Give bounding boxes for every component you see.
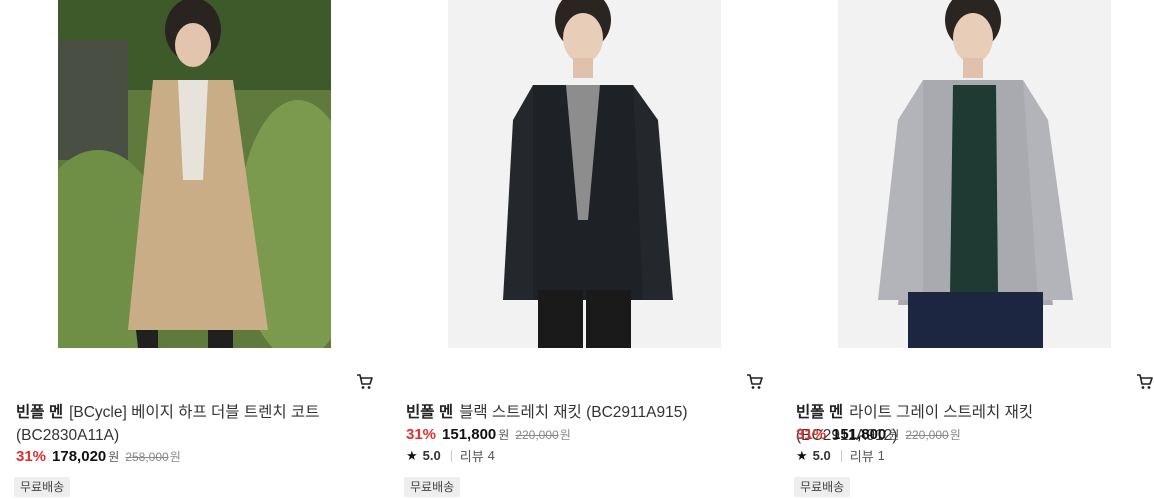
star-icon: ★	[406, 447, 418, 463]
currency-label: 원	[888, 428, 900, 442]
original-currency-label: 원	[949, 428, 961, 442]
product-title[interactable]: 빈폴 멘 [BCycle] 베이지 하프 더블 트렌치 코트 (BC2830A11…	[16, 401, 346, 447]
free-shipping-badge: 무료배송	[794, 477, 851, 497]
review-count: 1	[877, 448, 885, 463]
price-row: 31% 178,020 원 258,000원	[16, 448, 181, 465]
discount-rate: 31%	[796, 426, 827, 443]
divider	[450, 449, 452, 462]
divider	[840, 449, 842, 462]
currency-label: 원	[108, 450, 120, 464]
brand-name: 빈폴 멘	[16, 404, 64, 421]
add-to-cart-button[interactable]	[745, 372, 765, 392]
product-image[interactable]	[58, 0, 331, 348]
brand-name: 빈폴 멘	[796, 404, 844, 421]
discount-rate: 31%	[16, 448, 47, 465]
price-row: 31% 151,800 원 220,000원	[406, 426, 571, 443]
add-to-cart-button[interactable]	[355, 372, 375, 392]
original-price: 220,000	[905, 428, 949, 442]
price-row: 31% 151,800 원 220,000원	[796, 426, 961, 443]
review-count: 4	[487, 448, 495, 463]
add-to-cart-button[interactable]	[1135, 372, 1154, 392]
rating-row: ★ 5.0 리뷰 4	[406, 446, 495, 465]
free-shipping-badge: 무료배송	[14, 477, 71, 497]
product-card[interactable]: 빈폴 멘 라이트 그레이 스트레치 재킷 (BC2911A912) 31% 151,…	[794, 0, 1153, 499]
star-icon: ★	[796, 447, 808, 463]
cart-icon	[1137, 374, 1153, 389]
rating-score: 5.0	[422, 448, 441, 463]
product-image[interactable]	[838, 0, 1111, 348]
product-card[interactable]: 빈폴 멘 [BCycle] 베이지 하프 더블 트렌치 코트 (BC2830A11…	[14, 0, 373, 499]
currency-label: 원	[498, 428, 510, 442]
sale-price: 178,020	[52, 448, 107, 465]
original-currency-label: 원	[559, 428, 571, 442]
free-shipping-badge: 무료배송	[404, 477, 461, 497]
product-title[interactable]: 빈폴 멘 블랙 스트레치 재킷 (BC2911A915)	[406, 401, 736, 424]
rating-score: 5.0	[812, 448, 831, 463]
brand-name: 빈폴 멘	[406, 404, 454, 421]
original-price: 220,000	[515, 428, 559, 442]
product-card[interactable]: 빈폴 멘 블랙 스트레치 재킷 (BC2911A915) 31% 151,800 원 2…	[404, 0, 763, 499]
review-label: 리뷰	[459, 449, 484, 464]
sale-price: 151,800	[832, 426, 887, 443]
cart-icon	[357, 374, 373, 389]
product-image[interactable]	[448, 0, 721, 348]
rating-row: ★ 5.0 리뷰 1	[796, 446, 885, 465]
original-price: 258,000	[125, 450, 169, 464]
product-name: 블랙 스트레치 재킷 (BC2911A915)	[459, 404, 688, 421]
review-label: 리뷰	[849, 449, 874, 464]
cart-icon	[747, 374, 763, 389]
sale-price: 151,800	[442, 426, 497, 443]
original-currency-label: 원	[169, 450, 181, 464]
discount-rate: 31%	[406, 426, 437, 443]
